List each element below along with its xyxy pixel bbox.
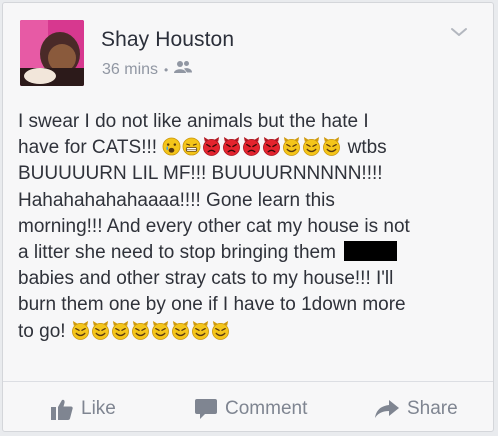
smiling-devil-emoji bbox=[151, 320, 170, 340]
chevron-down-icon[interactable] bbox=[449, 25, 469, 39]
author-name[interactable]: Shay Houston bbox=[101, 28, 234, 52]
angry-devil-emoji bbox=[262, 137, 281, 157]
post-text-segment: to go! bbox=[18, 320, 66, 342]
angry-devil-emoji bbox=[242, 137, 261, 157]
smiling-devil-emoji bbox=[131, 320, 150, 340]
smiling-devil-emoji bbox=[211, 320, 230, 340]
post-body: I swear I do not like animals but the ha… bbox=[18, 109, 480, 345]
post-line: I swear I do not like animals but the ha… bbox=[18, 111, 369, 132]
thumbs-up-icon bbox=[51, 399, 73, 420]
share-label: Share bbox=[407, 398, 458, 419]
post-line: to go! bbox=[18, 319, 480, 345]
post-line: babies and other stray cats to my house!… bbox=[18, 268, 394, 290]
smiling-devil-emoji bbox=[302, 137, 321, 157]
post-line: have for CATS!!! wtbs bbox=[18, 135, 480, 161]
post-text-segment: a litter she need to stop bringing them bbox=[18, 241, 336, 263]
timestamp[interactable]: 36 mins bbox=[102, 61, 158, 79]
post-meta: 36 mins • bbox=[102, 60, 193, 79]
smiling-devil-emoji bbox=[91, 320, 110, 340]
smiling-devil-emoji bbox=[171, 320, 190, 340]
post-line: Hahahahahahaaaa!!!! Gone learn this bbox=[18, 189, 335, 211]
post-line: burn them one by one if I have to 1down … bbox=[18, 294, 406, 316]
post-line: morning!!! And every other cat my house … bbox=[18, 215, 410, 237]
post-line: a litter she need to stop bringing them bbox=[18, 240, 480, 266]
emoji-row bbox=[71, 320, 231, 342]
action-bar: Like Comment Share bbox=[3, 382, 493, 432]
like-button[interactable]: Like bbox=[51, 398, 116, 420]
angry-devil-emoji bbox=[222, 137, 241, 157]
share-arrow-icon bbox=[375, 400, 399, 418]
post-card: Shay Houston 36 mins • I swear I do not … bbox=[2, 2, 494, 432]
post-text-segment: have for CATS!!! bbox=[18, 137, 158, 159]
smiling-devil-emoji bbox=[282, 137, 301, 157]
smiling-devil-emoji bbox=[191, 320, 210, 340]
emoji-row bbox=[162, 137, 342, 158]
comment-label: Comment bbox=[225, 398, 308, 419]
meta-separator: • bbox=[164, 62, 169, 77]
redaction-bar bbox=[343, 240, 397, 261]
comment-icon bbox=[195, 399, 217, 419]
angry-devil-emoji bbox=[202, 137, 221, 157]
smiling-devil-emoji bbox=[322, 137, 341, 157]
friends-icon[interactable] bbox=[174, 60, 193, 79]
like-label: Like bbox=[81, 398, 116, 419]
grimace-face-emoji bbox=[182, 137, 201, 156]
share-button[interactable]: Share bbox=[375, 398, 458, 420]
crying-face-emoji bbox=[162, 137, 181, 156]
post-line: BUUUUURN LIL MF!!! BUUUURNNNNN!!!! bbox=[18, 163, 383, 185]
avatar[interactable] bbox=[20, 20, 84, 86]
smiling-devil-emoji bbox=[111, 320, 130, 340]
comment-button[interactable]: Comment bbox=[195, 398, 307, 420]
smiling-devil-emoji bbox=[71, 320, 90, 340]
post-text-segment: wtbs bbox=[347, 137, 387, 159]
